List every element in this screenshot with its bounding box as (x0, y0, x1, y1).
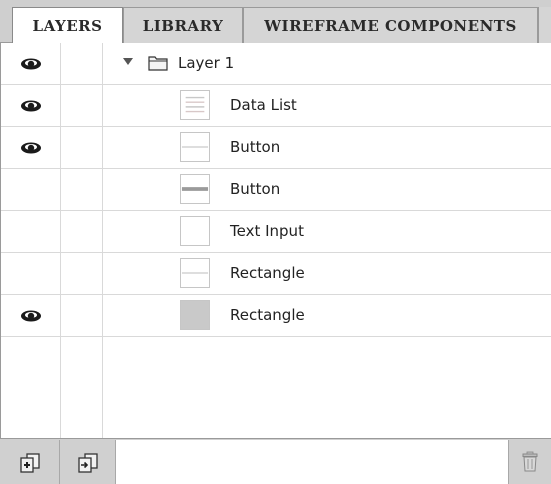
folder-icon (148, 56, 168, 71)
layer-name: Rectangle (230, 264, 305, 282)
column-divider (102, 337, 103, 438)
visibility-toggle[interactable] (1, 127, 61, 168)
tab-layers[interactable]: LAYERS (12, 7, 123, 44)
eye-icon (20, 310, 41, 321)
layer-row-layer-1[interactable]: Layer 1 (1, 43, 551, 85)
layer-list: Layer 1 Data List Button Button Text Inp… (0, 43, 551, 438)
lock-toggle[interactable] (61, 211, 103, 252)
lock-toggle[interactable] (61, 43, 103, 84)
layer-row-data-list[interactable]: Data List (1, 85, 551, 127)
tab-bar: LAYERS LIBRARY WIREFRAME COMPONENTS (0, 0, 551, 44)
new-layer-button[interactable] (0, 440, 60, 484)
lock-toggle[interactable] (61, 127, 103, 168)
layer-name: Button (230, 138, 281, 156)
lock-toggle[interactable] (61, 253, 103, 294)
tab-overflow (538, 7, 551, 43)
layer-row-rectangle-2[interactable]: Rectangle (1, 295, 551, 337)
layer-name: Text Input (230, 222, 304, 240)
lock-toggle[interactable] (61, 169, 103, 210)
expand-triangle-icon[interactable] (123, 58, 133, 65)
move-to-layer-button[interactable] (60, 440, 116, 484)
layer-name: Button (230, 180, 281, 198)
lock-toggle[interactable] (61, 85, 103, 126)
layer-name: Layer 1 (178, 54, 235, 72)
toolbar-spacer (116, 440, 509, 484)
eye-icon (20, 58, 41, 69)
lock-toggle[interactable] (61, 295, 103, 336)
button-gray-thumbnail-icon (180, 174, 210, 204)
visibility-toggle[interactable] (1, 43, 61, 84)
button-thumbnail-icon (180, 132, 210, 162)
layer-name: Rectangle (230, 306, 305, 324)
eye-icon (20, 100, 41, 111)
visibility-toggle[interactable] (1, 169, 61, 210)
tab-wireframe-components[interactable]: WIREFRAME COMPONENTS (243, 7, 538, 43)
new-layer-icon (19, 453, 40, 473)
layer-name: Data List (230, 96, 297, 114)
layers-panel: LAYERS LIBRARY WIREFRAME COMPONENTS Laye… (0, 0, 551, 484)
visibility-toggle[interactable] (1, 253, 61, 294)
tab-library[interactable]: LIBRARY (123, 7, 243, 43)
filled-rectangle-thumbnail-icon (180, 300, 210, 330)
move-to-layer-icon (77, 453, 98, 473)
empty-list-area (1, 337, 551, 438)
layer-row-button-2[interactable]: Button (1, 169, 551, 211)
delete-layer-button[interactable] (509, 440, 551, 484)
layer-row-button[interactable]: Button (1, 127, 551, 169)
column-divider (60, 337, 61, 438)
visibility-toggle[interactable] (1, 85, 61, 126)
visibility-toggle[interactable] (1, 295, 61, 336)
trash-icon (522, 451, 538, 472)
rectangle-thumbnail-icon (180, 258, 210, 288)
layers-toolbar (0, 438, 551, 484)
eye-icon (20, 142, 41, 153)
layer-row-rectangle[interactable]: Rectangle (1, 253, 551, 295)
text-input-thumbnail-icon (180, 216, 210, 246)
data-list-thumbnail-icon (180, 90, 210, 120)
layer-row-text-input[interactable]: Text Input (1, 211, 551, 253)
visibility-toggle[interactable] (1, 211, 61, 252)
